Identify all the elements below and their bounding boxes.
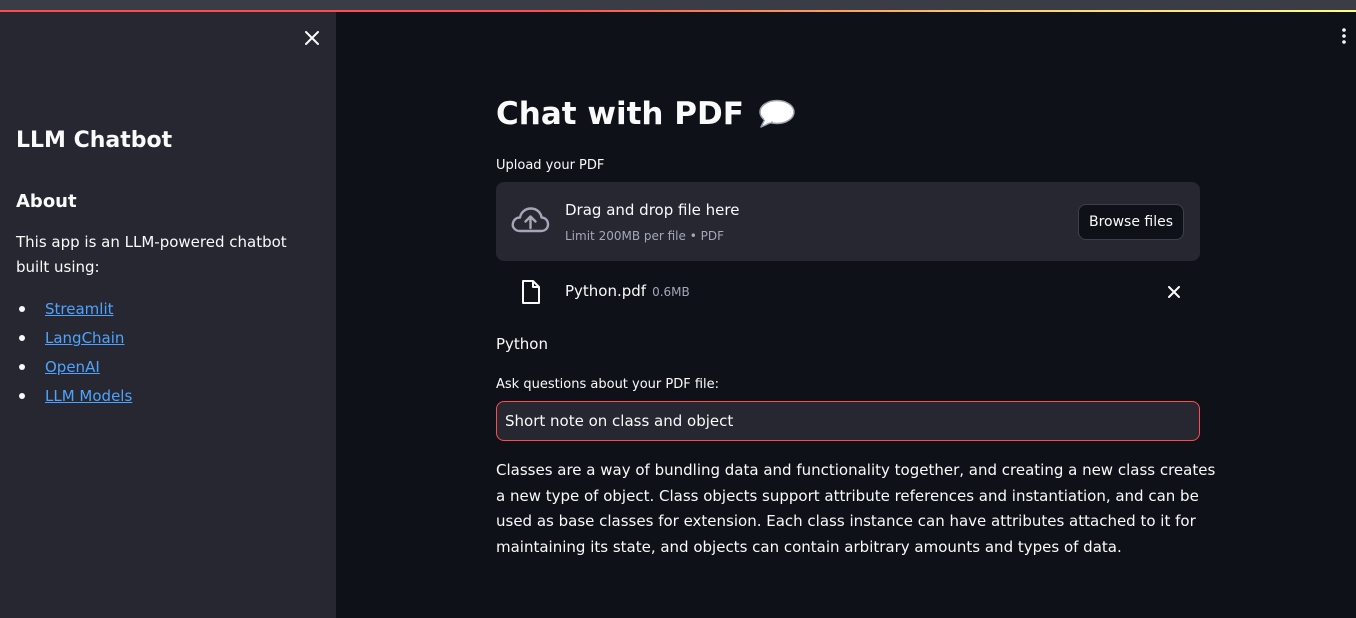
list-item: Streamlit: [16, 298, 132, 327]
main-menu-button[interactable]: [1334, 26, 1354, 46]
file-icon: [522, 280, 540, 304]
about-description: This app is an LLM-powered chatbot built…: [16, 233, 287, 276]
question-input[interactable]: [496, 401, 1200, 441]
remove-file-button[interactable]: [1164, 282, 1184, 302]
uploaded-file-info: Python.pdf 0.6MB: [565, 282, 690, 300]
top-decoration-bar: [0, 0, 1356, 12]
close-icon: [305, 31, 319, 45]
list-item: OpenAI: [16, 356, 132, 385]
file-dropzone[interactable]: Drag and drop file here Limit 200MB per …: [496, 182, 1200, 261]
list-item: LangChain: [16, 327, 132, 356]
link-langchain[interactable]: LangChain: [45, 329, 124, 347]
browse-files-button[interactable]: Browse files: [1078, 204, 1184, 240]
document-name-text: Python: [496, 335, 548, 353]
uploaded-file-size: 0.6MB: [652, 285, 690, 299]
speech-balloon-icon: [759, 99, 795, 128]
about-heading: About: [16, 191, 77, 212]
close-icon: [1168, 286, 1180, 298]
sidebar-link-list: Streamlit LangChain OpenAI LLM Models: [16, 298, 132, 414]
more-vertical-icon: [1342, 28, 1346, 44]
uploaded-file-name: Python.pdf: [565, 282, 647, 300]
cloud-upload-icon: [511, 207, 550, 233]
link-llm-models[interactable]: LLM Models: [45, 387, 132, 405]
close-sidebar-button[interactable]: [300, 26, 324, 50]
sidebar-title: LLM Chatbot: [16, 128, 173, 153]
list-item: LLM Models: [16, 385, 132, 414]
answer-text: Classes are a way of bundling data and f…: [496, 461, 1216, 556]
sidebar: LLM Chatbot About This app is an LLM-pow…: [0, 12, 336, 618]
page-title-text: Chat with PDF: [496, 96, 744, 132]
link-streamlit[interactable]: Streamlit: [45, 300, 114, 318]
uploaded-file-row: Python.pdf 0.6MB: [496, 274, 1200, 310]
dropzone-instruction: Drag and drop file here: [565, 201, 740, 219]
dropzone-limit-text: Limit 200MB per file • PDF: [565, 229, 724, 243]
page-title: Chat with PDF: [496, 96, 796, 132]
question-label: Ask questions about your PDF file:: [496, 377, 720, 392]
upload-label: Upload your PDF: [496, 158, 605, 173]
link-openai[interactable]: OpenAI: [45, 358, 100, 376]
